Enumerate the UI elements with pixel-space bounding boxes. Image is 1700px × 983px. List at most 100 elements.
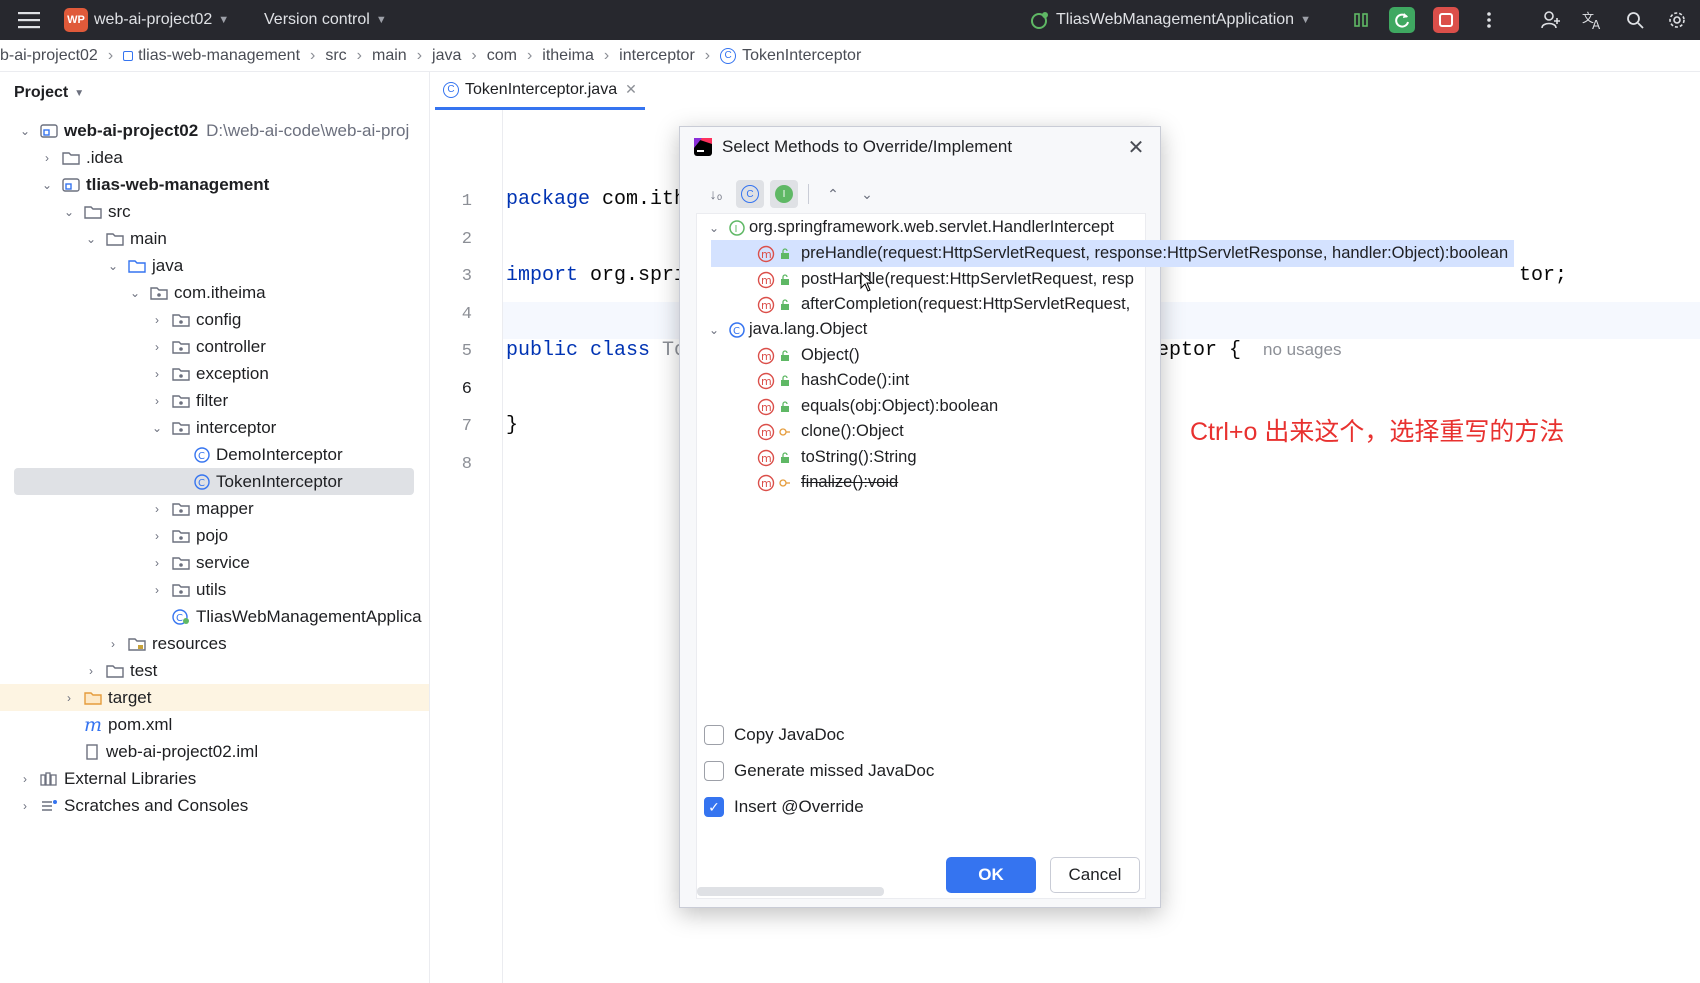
copy-javadoc-option[interactable]: Copy JavaDoc (704, 725, 845, 745)
method-row[interactable]: m clone():Object (711, 418, 904, 445)
chevron-right-icon[interactable]: › (150, 583, 164, 597)
close-dialog-button[interactable]: ✕ (1124, 135, 1148, 159)
tree-item[interactable]: ⌄ tlias-web-management (0, 171, 429, 198)
cancel-button[interactable]: Cancel (1050, 857, 1140, 893)
show-interfaces-button[interactable]: I (770, 180, 798, 208)
method-row[interactable]: m toString():String (711, 444, 917, 471)
method-row[interactable]: m hashCode():int (711, 367, 909, 394)
code-line[interactable]: } (506, 414, 518, 437)
chevron-right-icon[interactable]: › (150, 313, 164, 327)
main-menu-button[interactable] (18, 0, 40, 40)
chevron-down-icon[interactable]: ⌄ (106, 259, 120, 273)
chevron-right-icon[interactable]: › (150, 529, 164, 543)
insert-override-option[interactable]: ✓ Insert @Override (704, 797, 864, 817)
rerun-button[interactable] (1389, 7, 1415, 33)
code-line[interactable]: package com.ith (506, 188, 686, 211)
method-row[interactable]: m postHandle(request:HttpServletRequest, … (711, 266, 1134, 293)
chevron-right-icon[interactable]: › (150, 340, 164, 354)
copy-javadoc-checkbox[interactable] (704, 725, 724, 745)
tree-item[interactable]: ⌄ interceptor (0, 414, 429, 441)
chevron-down-icon[interactable]: ⌄ (84, 232, 98, 246)
breadcrumb-item[interactable]: src (325, 47, 346, 65)
method-row-selected[interactable]: m preHandle(request:HttpServletRequest, r… (711, 240, 1515, 267)
tree-item[interactable]: › config (0, 306, 429, 333)
ok-button[interactable]: OK (946, 857, 1036, 893)
tree-item[interactable]: › pojo (0, 522, 429, 549)
tree-item[interactable]: ⌄ java (0, 252, 429, 279)
tree-item[interactable]: C TokenInterceptor (0, 468, 429, 495)
tree-item[interactable]: ⌄ src (0, 198, 429, 225)
tree-item[interactable]: ⌄ web-ai-project02 D:\web-ai-code\web-ai-p… (0, 117, 429, 144)
chevron-right-icon[interactable]: › (106, 637, 120, 651)
breadcrumb-item[interactable]: tlias-web-management (138, 47, 300, 65)
breadcrumb-item[interactable]: java (432, 47, 461, 65)
method-row[interactable]: m finalize():void (711, 469, 898, 496)
tree-item[interactable]: ⌄ main (0, 225, 429, 252)
collapse-all-button[interactable]: ⌄ (853, 180, 881, 208)
group-java-lang-object[interactable]: ⌄ C java.lang.Object (705, 316, 867, 343)
method-row[interactable]: m equals(obj:Object):boolean (711, 393, 998, 420)
tree-item[interactable]: C DemoInterceptor (0, 441, 429, 468)
breadcrumb-item[interactable]: main (372, 47, 407, 65)
breadcrumb-item[interactable]: com (487, 47, 517, 65)
method-row[interactable]: m Object() (711, 342, 860, 369)
account-button[interactable] (1538, 7, 1564, 33)
run-configuration-selector[interactable]: TliasWebManagementApplication ▼ (1030, 0, 1311, 40)
tree-item[interactable]: › test (0, 657, 429, 684)
tree-item[interactable]: m pom.xml (0, 711, 429, 738)
breadcrumb-item[interactable]: b-ai-project02 (0, 47, 98, 65)
tree-item[interactable]: › exception (0, 360, 429, 387)
sort-alphabetically-button[interactable]: ↓₀ (702, 180, 730, 208)
chevron-right-icon[interactable]: › (150, 367, 164, 381)
close-tab-icon[interactable]: ✕ (625, 81, 637, 98)
tree-item[interactable]: web-ai-project02.iml (0, 738, 429, 765)
tree-item[interactable]: › Scratches and Consoles (0, 792, 429, 819)
tree-item[interactable]: C TliasWebManagementApplica (0, 603, 429, 630)
breadcrumb-item[interactable]: itheima (542, 47, 594, 65)
translate-button[interactable]: 文A (1580, 7, 1606, 33)
tree-item[interactable]: › utils (0, 576, 429, 603)
horizontal-scrollbar[interactable] (697, 887, 884, 896)
project-switcher[interactable]: WP web-ai-project02 ▼ (64, 0, 229, 40)
code-line[interactable]: public class To (506, 339, 686, 362)
chevron-right-icon[interactable]: › (18, 799, 32, 813)
tree-item[interactable]: › target (0, 684, 429, 711)
generate-missed-javadoc-checkbox[interactable] (704, 761, 724, 781)
chevron-right-icon[interactable]: › (18, 772, 32, 786)
breadcrumb-item[interactable]: TokenInterceptor (742, 47, 861, 65)
show-classes-button[interactable]: C (736, 180, 764, 208)
insert-override-checkbox[interactable]: ✓ (704, 797, 724, 817)
generate-missed-javadoc-option[interactable]: Generate missed JavaDoc (704, 761, 934, 781)
chevron-right-icon[interactable]: › (150, 556, 164, 570)
more-actions-button[interactable] (1476, 7, 1502, 33)
debug-button[interactable] (1348, 7, 1374, 33)
tab-token-interceptor[interactable]: C TokenInterceptor.java ✕ (435, 72, 645, 110)
tree-item[interactable]: › resources (0, 630, 429, 657)
chevron-down-icon[interactable]: ⌄ (128, 286, 142, 300)
method-row[interactable]: m afterCompletion(request:HttpServletRequ… (711, 291, 1130, 318)
tree-item[interactable]: › service (0, 549, 429, 576)
breadcrumb-item[interactable]: interceptor (619, 47, 695, 65)
settings-button[interactable] (1664, 7, 1690, 33)
chevron-right-icon[interactable]: › (62, 691, 76, 705)
chevron-down-icon[interactable]: ⌄ (40, 178, 54, 192)
group-handler-interceptor[interactable]: ⌄ I org.springframework.web.servlet.Hand… (705, 214, 1114, 241)
project-view-selector[interactable]: Project ▼ (14, 84, 84, 102)
chevron-down-icon[interactable]: ⌄ (150, 421, 164, 435)
chevron-right-icon[interactable]: › (150, 394, 164, 408)
tree-item[interactable]: › controller (0, 333, 429, 360)
chevron-right-icon[interactable]: › (150, 502, 164, 516)
tree-item[interactable]: › .idea (0, 144, 429, 171)
chevron-right-icon[interactable]: › (84, 664, 98, 678)
chevron-down-icon[interactable]: ⌄ (18, 124, 32, 138)
search-button[interactable] (1622, 7, 1648, 33)
stop-button[interactable] (1433, 7, 1459, 33)
tree-item[interactable]: › filter (0, 387, 429, 414)
usages-hint[interactable]: no usages (1263, 340, 1341, 359)
code-line[interactable]: import org.spri (506, 264, 686, 287)
chevron-right-icon[interactable]: › (40, 151, 54, 165)
tree-item[interactable]: ⌄ com.itheima (0, 279, 429, 306)
tree-item[interactable]: › mapper (0, 495, 429, 522)
chevron-down-icon[interactable]: ⌄ (62, 205, 76, 219)
expand-all-button[interactable]: ⌃ (819, 180, 847, 208)
